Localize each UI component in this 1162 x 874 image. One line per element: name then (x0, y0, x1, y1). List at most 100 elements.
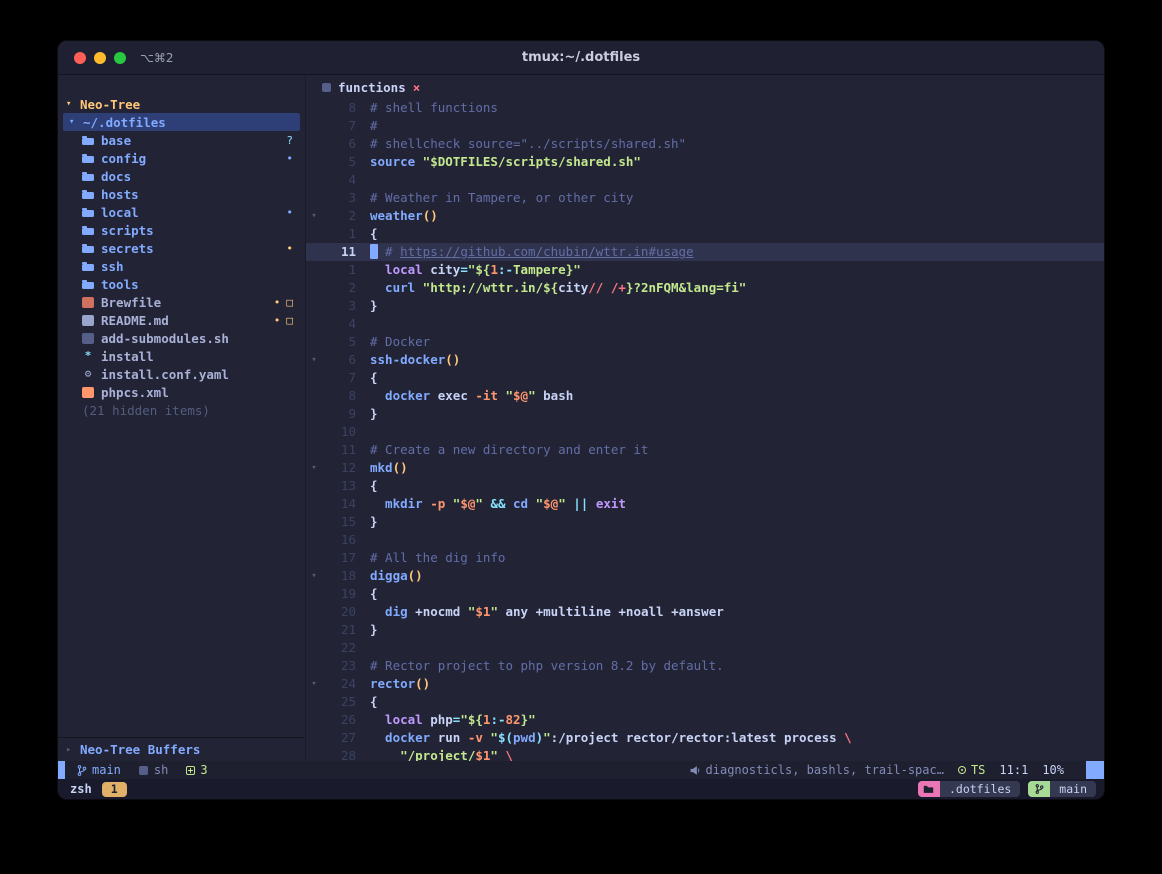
code-line[interactable]: 2 curl "http://wttr.in/${city// /+}?2nFQ… (306, 279, 1104, 297)
code-line-current[interactable]: 11 # https://github.com/chubin/wttr.in#u… (306, 243, 1104, 261)
code-line[interactable]: ▾6ssh-docker() (306, 351, 1104, 369)
code-line[interactable]: 17# All the dig info (306, 549, 1104, 567)
titlebar[interactable]: ⌥⌘2 tmux:~/.dotfiles (58, 41, 1104, 75)
tmux-window-badge[interactable]: 1 (102, 782, 127, 797)
code-line[interactable]: 26 local php="${1:-82}" (306, 711, 1104, 729)
tab-close-icon[interactable]: × (413, 80, 421, 95)
code-line[interactable]: ▾12mkd() (306, 459, 1104, 477)
code-area[interactable]: 8# shell functions7#6# shellcheck source… (306, 99, 1104, 761)
code-line[interactable]: 5# Docker (306, 333, 1104, 351)
code-line[interactable]: 11# Create a new directory and enter it (306, 441, 1104, 459)
code-line[interactable]: 25{ (306, 693, 1104, 711)
code-line[interactable]: 14 mkdir -p "$@" && cd "$@" || exit (306, 495, 1104, 513)
line-number: 20 (322, 603, 370, 621)
code-line[interactable]: ▾24rector() (306, 675, 1104, 693)
code-text: mkdir -p "$@" && cd "$@" || exit (370, 495, 626, 513)
git-status-badges: • (286, 153, 293, 164)
tree-item-scripts[interactable]: scripts (58, 221, 305, 239)
fold-column (306, 171, 322, 189)
added-count: 3 (200, 763, 207, 777)
tree-item-add-submodules.sh[interactable]: add-submodules.sh (58, 329, 305, 347)
tree-item-label: Brewfile (101, 295, 161, 310)
close-window-button[interactable] (74, 52, 86, 64)
git-branch-indicator[interactable]: main (77, 763, 121, 777)
tree-item-secrets[interactable]: secrets• (58, 239, 305, 257)
folder-icon (82, 246, 94, 253)
git-status-badge: □ (286, 297, 293, 308)
git-status-badge: • (286, 207, 293, 218)
cursor-block (370, 244, 378, 259)
code-line[interactable]: 1{ (306, 225, 1104, 243)
code-line[interactable]: 7{ (306, 369, 1104, 387)
tree-item-config[interactable]: config• (58, 149, 305, 167)
fold-chevron-icon[interactable]: ▾ (306, 207, 322, 225)
code-line[interactable]: 15} (306, 513, 1104, 531)
line-number: 4 (322, 315, 370, 333)
tree-item-ssh[interactable]: ssh (58, 257, 305, 275)
code-line[interactable]: 20 dig +nocmd "$1" any +multiline +noall… (306, 603, 1104, 621)
code-line[interactable]: 1 local city="${1:-Tampere}" (306, 261, 1104, 279)
git-status-badges: • (286, 243, 293, 254)
neotree-buffers-header[interactable]: ▸ Neo-Tree Buffers (58, 737, 305, 761)
code-line[interactable]: 9} (306, 405, 1104, 423)
fold-chevron-icon[interactable]: ▾ (306, 459, 322, 477)
git-branch-icon (1028, 781, 1050, 797)
code-line[interactable]: ▾18digga() (306, 567, 1104, 585)
line-number: 5 (322, 153, 370, 171)
tree-item-docs[interactable]: docs (58, 167, 305, 185)
line-number: 21 (322, 621, 370, 639)
nvim-content: ▾ Neo-Tree ▾ ~/.dotfiles base?config• doc… (58, 75, 1104, 761)
code-line[interactable]: 3} (306, 297, 1104, 315)
tree-item-label: docs (101, 169, 131, 184)
code-line[interactable]: 19{ (306, 585, 1104, 603)
code-line[interactable]: 23# Rector project to php version 8.2 by… (306, 657, 1104, 675)
code-line[interactable]: 16 (306, 531, 1104, 549)
tab-functions[interactable]: functions (338, 80, 406, 95)
line-number: 1 (322, 261, 370, 279)
fold-column (306, 729, 322, 747)
code-line[interactable]: 22 (306, 639, 1104, 657)
minimize-window-button[interactable] (94, 52, 106, 64)
fold-chevron-icon[interactable]: ▾ (306, 351, 322, 369)
code-line[interactable]: 7# (306, 117, 1104, 135)
neotree-source-header[interactable]: ▾ Neo-Tree (58, 95, 305, 113)
tree-item-install.conf.yaml[interactable]: ⚙install.conf.yaml (58, 365, 305, 383)
fold-chevron-icon[interactable]: ▾ (306, 675, 322, 693)
code-text: rector() (370, 675, 430, 693)
yaml-config-icon: ⚙ (82, 368, 94, 380)
tree-item-hosts[interactable]: hosts (58, 185, 305, 203)
tree-item-README.md[interactable]: README.md•□ (58, 311, 305, 329)
fold-column (306, 585, 322, 603)
line-number: 16 (322, 531, 370, 549)
code-line[interactable]: 6# shellcheck source="../scripts/shared.… (306, 135, 1104, 153)
tree-item-tools[interactable]: tools (58, 275, 305, 293)
tree-item-base[interactable]: base? (58, 131, 305, 149)
code-line[interactable]: 4 (306, 171, 1104, 189)
code-line[interactable]: 4 (306, 315, 1104, 333)
tree-item-label: scripts (101, 223, 154, 238)
code-line[interactable]: 21} (306, 621, 1104, 639)
folder-icon (82, 192, 94, 199)
treesitter-icon (958, 766, 966, 774)
folder-icon (82, 264, 94, 271)
code-line[interactable]: 8 docker exec -it "$@" bash (306, 387, 1104, 405)
code-line[interactable]: 3# Weather in Tampere, or other city (306, 189, 1104, 207)
install-icon: * (82, 350, 94, 362)
tree-item-phpcs.xml[interactable]: phpcs.xml (58, 383, 305, 401)
tree-item-install[interactable]: *install (58, 347, 305, 365)
line-number: 26 (322, 711, 370, 729)
tree-item-local[interactable]: local• (58, 203, 305, 221)
filetype-label: sh (154, 763, 168, 777)
tree-root-dotfiles[interactable]: ▾ ~/.dotfiles (63, 113, 300, 131)
code-line[interactable]: 13{ (306, 477, 1104, 495)
zoom-window-button[interactable] (114, 52, 126, 64)
code-line[interactable]: 10 (306, 423, 1104, 441)
tree-item-Brewfile[interactable]: Brewfile•□ (58, 293, 305, 311)
code-line[interactable]: 27 docker run -v "$(pwd)":/project recto… (306, 729, 1104, 747)
code-line[interactable]: 8# shell functions (306, 99, 1104, 117)
code-line[interactable]: ▾2weather() (306, 207, 1104, 225)
code-line[interactable]: 28 "/project/$1" \ (306, 747, 1104, 761)
fold-chevron-icon[interactable]: ▾ (306, 567, 322, 585)
code-line[interactable]: 5source "$DOTFILES/scripts/shared.sh" (306, 153, 1104, 171)
fold-column (306, 441, 322, 459)
